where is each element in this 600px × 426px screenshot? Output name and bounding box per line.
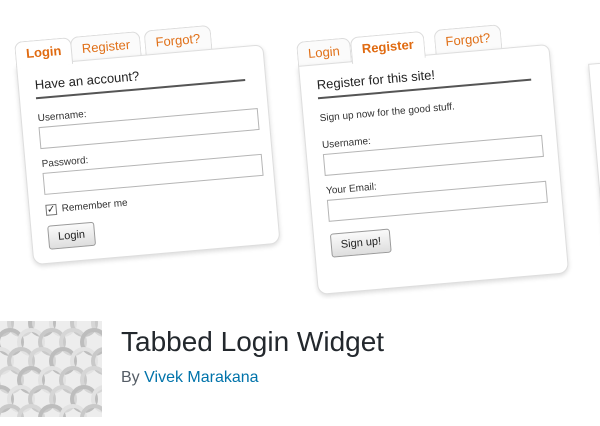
plugin-title: Tabbed Login Widget xyxy=(121,326,385,357)
tab-bar xyxy=(586,35,600,64)
plugin-banner: Login Register Forgot? Have an account? … xyxy=(0,0,600,300)
plugin-byline: By Vivek Marakana xyxy=(121,369,259,387)
author-link[interactable]: Vivek Marakana xyxy=(144,369,258,386)
signup-button[interactable]: Sign up! xyxy=(329,228,393,258)
login-widget-preview: Login Register Forgot? Have an account? … xyxy=(14,20,281,266)
panel-title: Register for this site! xyxy=(316,58,532,100)
remember-label: Remember me xyxy=(61,197,129,215)
by-label: By xyxy=(121,369,140,386)
register-panel: Register for this site! Sign up now for … xyxy=(298,43,570,296)
circle-pattern-icon xyxy=(0,321,102,417)
tab-login[interactable]: Login xyxy=(14,36,74,69)
panel-title: Have an account? xyxy=(34,59,246,100)
login-panel: Have an account? Username: Password: ✓ R… xyxy=(16,44,281,266)
login-button[interactable]: Login xyxy=(47,221,96,250)
plugin-icon xyxy=(0,321,102,417)
register-widget-preview: Login Register Forgot? Register for this… xyxy=(296,20,570,296)
partial-panel xyxy=(588,58,600,264)
widget-preview-partial xyxy=(586,35,600,264)
remember-checkbox[interactable]: ✓ xyxy=(45,203,58,216)
register-description: Sign up now for the good stuff. xyxy=(319,101,456,125)
